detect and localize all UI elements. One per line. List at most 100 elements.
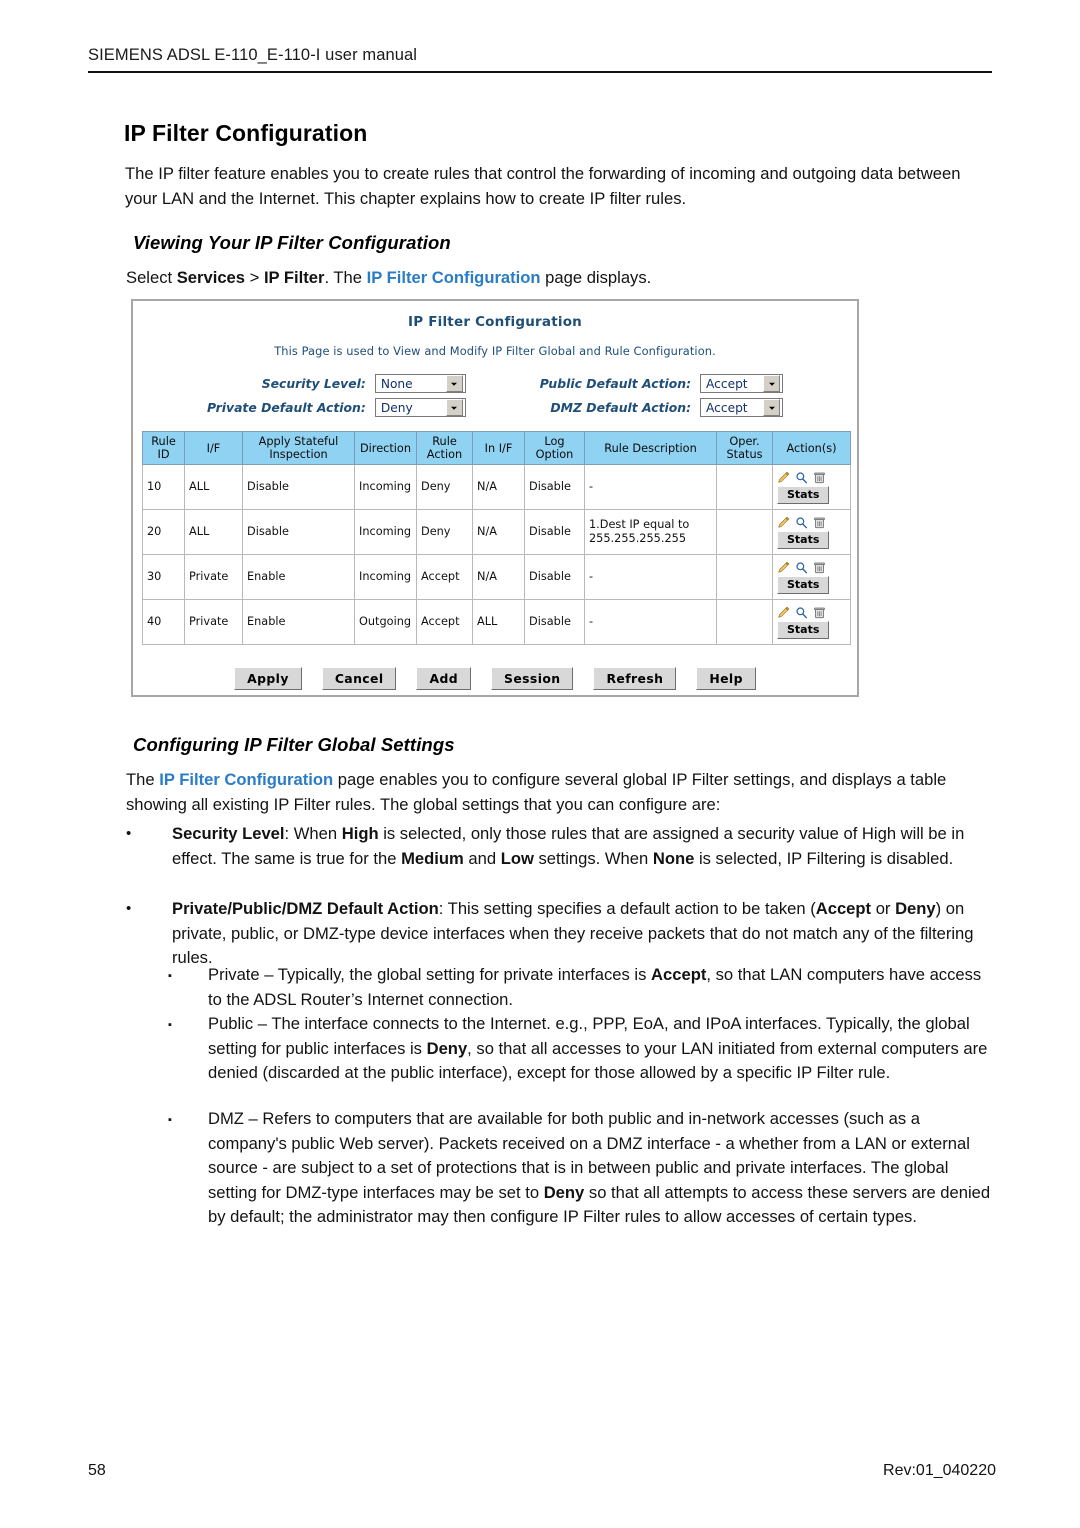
select-private-default-action[interactable]: Deny: [374, 398, 466, 417]
refresh-button[interactable]: Refresh: [593, 667, 677, 690]
term-default-action: Private/Public/DMZ Default Action: [172, 899, 439, 918]
row-action-icons: [777, 560, 826, 574]
cell-if: ALL: [184, 464, 243, 510]
router-ui-screenshot: IP Filter Configuration This Page is use…: [131, 299, 859, 697]
view-magnifier-icon[interactable]: [795, 471, 808, 484]
header-divider: [88, 71, 992, 73]
select-dmz-default-action-wrap: Accept: [700, 398, 784, 417]
view-magnifier-icon[interactable]: [795, 561, 808, 574]
cell-stateful: Enable: [242, 599, 355, 645]
edit-pencil-icon[interactable]: [777, 471, 790, 484]
cell-log-option: Disable: [524, 599, 585, 645]
col-rule-description: Rule Description: [584, 431, 717, 465]
label-public-default-action: Public Default Action:: [539, 376, 692, 391]
label-dmz-default-action: DMZ Default Action:: [550, 400, 692, 415]
cell-oper-status: [716, 599, 773, 645]
sl-t5: is selected, IP Filtering is disabled.: [694, 848, 954, 868]
da-b1: Accept: [815, 899, 872, 918]
cell-direction: Incoming: [354, 464, 417, 510]
delete-trash-icon[interactable]: [813, 471, 826, 484]
sub-bullet-public-text: Public – The interface connects to the I…: [208, 1012, 998, 1086]
chevron-down-icon[interactable]: [445, 399, 463, 416]
col-direction: Direction: [354, 431, 417, 465]
stats-button[interactable]: Stats: [777, 576, 830, 594]
delete-trash-icon[interactable]: [813, 606, 826, 619]
col-rule-id-l2: ID: [157, 448, 170, 461]
table-row: 20 ALL Disable Incoming Deny N/A Disable…: [142, 509, 851, 555]
delete-trash-icon[interactable]: [813, 516, 826, 529]
pv-b1: Accept: [651, 965, 707, 984]
session-button[interactable]: Session: [491, 667, 574, 690]
footer-revision: Rev:01_040220: [883, 1462, 996, 1479]
table-row: 40 Private Enable Outgoing Accept ALL Di…: [142, 599, 851, 645]
menu-ip-filter: IP Filter: [263, 268, 325, 287]
rules-table-wrap: Rule ID I/F Apply Stateful Inspection Dire…: [142, 431, 851, 645]
sub-bullet-private-text: Private – Typically, the global setting …: [208, 963, 998, 1012]
da-b2: Deny: [895, 899, 936, 918]
row-actions: Stats: [777, 470, 846, 504]
global-settings-panel: Security Level: None Public Default Acti…: [133, 374, 857, 417]
help-button[interactable]: Help: [696, 667, 756, 690]
cell-description: 1.Dest IP equal to 255.255.255.255: [584, 509, 717, 555]
pb-b1: Deny: [426, 1038, 468, 1058]
label-security-level: Security Level:: [261, 376, 366, 391]
delete-trash-icon[interactable]: [813, 561, 826, 574]
col-log-option-l1: Log: [544, 435, 565, 448]
bullet-security-level: • Security Level: When High is selected,…: [126, 822, 998, 871]
cell-if: Private: [184, 554, 243, 600]
cell-stateful: Disable: [242, 464, 355, 510]
sl-t4: settings. When: [533, 848, 653, 868]
sub-bullet-dmz: ▪ DMZ – Refers to computers that are ava…: [168, 1107, 998, 1230]
select-public-default-action[interactable]: Accept: [700, 374, 784, 393]
row-actions: Stats: [777, 605, 846, 639]
col-actions: Action(s): [772, 431, 851, 465]
select-middle: . The: [324, 268, 367, 287]
sub-bullet-marker: ▪: [168, 1114, 172, 1126]
footer-page-number: 58: [88, 1462, 106, 1479]
table-header-row: Rule ID I/F Apply Stateful Inspection Dire…: [142, 431, 851, 465]
chevron-down-icon[interactable]: [763, 375, 781, 392]
col-stateful-l1: Apply Stateful: [258, 435, 339, 448]
select-dmz-default-action[interactable]: Accept: [700, 398, 784, 417]
apply-button[interactable]: Apply: [234, 667, 302, 690]
cell-in-if: N/A: [472, 509, 525, 555]
cell-if: Private: [184, 599, 243, 645]
document-page: SIEMENS ADSL E-110_E-110-I user manual I…: [0, 0, 1080, 1528]
edit-pencil-icon[interactable]: [777, 561, 790, 574]
bullet-marker: •: [126, 825, 132, 842]
cell-description: -: [584, 554, 717, 600]
chevron-down-icon[interactable]: [763, 399, 781, 416]
chevron-down-icon[interactable]: [445, 375, 463, 392]
row-actions: Stats: [777, 560, 846, 594]
sl-b3: Low: [500, 848, 534, 868]
cell-rule-action: Deny: [416, 509, 473, 555]
bullet-default-action: • Private/Public/DMZ Default Action: Thi…: [126, 897, 998, 971]
cancel-button[interactable]: Cancel: [321, 667, 397, 690]
sub-bullet-marker: ▪: [168, 970, 172, 982]
da-t2: or: [871, 899, 896, 918]
cell-actions: Stats: [772, 509, 851, 555]
select-security-level[interactable]: None: [374, 374, 466, 393]
edit-pencil-icon[interactable]: [777, 606, 790, 619]
stats-button[interactable]: Stats: [777, 486, 830, 504]
sl-b1: High: [341, 824, 379, 843]
stats-button[interactable]: Stats: [777, 531, 830, 549]
view-magnifier-icon[interactable]: [795, 516, 808, 529]
running-header: SIEMENS ADSL E-110_E-110-I user manual: [88, 46, 992, 73]
add-button[interactable]: Add: [416, 667, 472, 690]
cell-rule-id: 40: [142, 599, 185, 645]
stats-button[interactable]: Stats: [777, 621, 830, 639]
link-ip-filter-configuration: IP Filter Configuration: [366, 268, 541, 287]
row-action-icons: [777, 515, 826, 529]
cell-rule-action: Accept: [416, 599, 473, 645]
cell-description: -: [584, 464, 717, 510]
view-magnifier-icon[interactable]: [795, 606, 808, 619]
cell-direction: Outgoing: [354, 599, 417, 645]
cell-rule-action: Accept: [416, 554, 473, 600]
cell-rule-action: Deny: [416, 464, 473, 510]
da-t1: : This setting specifies a default actio…: [438, 899, 816, 918]
cell-oper-status: [716, 464, 773, 510]
bullet-security-level-text: Security Level: When High is selected, o…: [172, 822, 998, 871]
select-dmz-default-action-value: Accept: [706, 400, 748, 415]
edit-pencil-icon[interactable]: [777, 516, 790, 529]
